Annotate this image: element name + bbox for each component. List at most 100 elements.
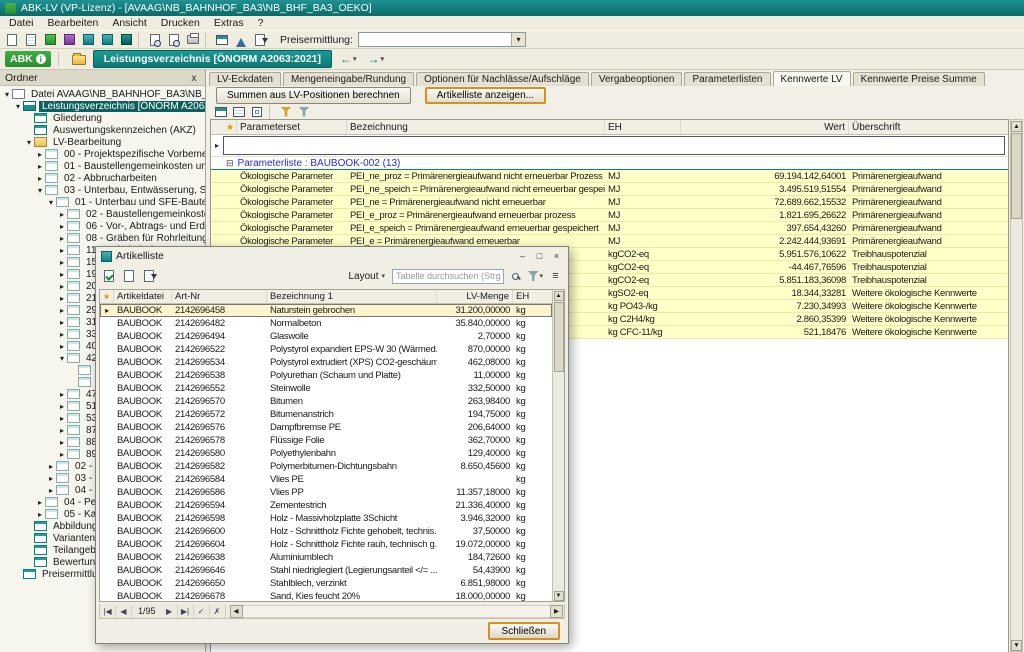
maximize-button[interactable]: □ (531, 249, 548, 263)
tree-expander-icon[interactable]: ▸ (57, 210, 67, 219)
chevron-down-icon[interactable]: ▾ (511, 33, 525, 46)
menu-item-ansicht[interactable]: Ansicht (105, 17, 153, 29)
new-document-icon[interactable] (3, 31, 21, 48)
print-preview2-icon[interactable] (165, 31, 183, 48)
tree-expander-icon[interactable]: ▸ (35, 162, 45, 171)
tree-expander-icon[interactable]: ▾ (13, 102, 23, 111)
tree-expander-icon[interactable]: ▸ (57, 342, 67, 351)
tree-expander-icon[interactable]: ▸ (57, 282, 67, 291)
tree-expander-icon[interactable]: ▸ (57, 438, 67, 447)
scrollbar-thumb[interactable] (554, 302, 564, 372)
article-row[interactable]: BAUBOOK2142696582Polymerbitumen-Dichtung… (100, 460, 552, 473)
tree-item-08-gräben-für-rohrleitungen-un[interactable]: ▸08 - Gräben für Rohrleitungen un (0, 232, 205, 244)
tree-expander-icon[interactable]: ▸ (57, 330, 67, 339)
add-row-icon[interactable] (120, 268, 138, 285)
article-row[interactable]: BAUBOOK2142696570Bitumen263,98400kg (100, 395, 552, 408)
column-header-art-nr[interactable]: Art-Nr (172, 290, 267, 303)
tree-item-01-unterbau-und-sfe-bautechnik[interactable]: ▾01 - Unterbau und SFE-Bautechnik (0, 196, 205, 208)
tree-expander-icon[interactable]: ▸ (46, 462, 56, 471)
page-options-icon[interactable] (251, 31, 269, 48)
star-column-icon[interactable]: ★ (223, 120, 237, 134)
tab-kennwerte-lv[interactable]: Kennwerte LV (773, 71, 851, 86)
tree-expander-icon[interactable]: ▸ (57, 306, 67, 315)
tree-expander-icon[interactable]: ▾ (2, 90, 12, 99)
grid-settings-icon[interactable] (213, 105, 229, 118)
article-row[interactable]: BAUBOOK2142696646Stahl niedriglegiert (L… (100, 564, 552, 577)
column-header-wert[interactable]: Wert (681, 120, 849, 134)
menu-item-bearbeiten[interactable]: Bearbeiten (41, 17, 106, 29)
vertical-scrollbar[interactable]: ▲ ▼ (1010, 119, 1023, 652)
pricing-select[interactable]: ▾ (358, 32, 526, 47)
article-row[interactable]: ▸BAUBOOK2142696458Naturstein gebrochen31… (100, 304, 552, 317)
tree-expander-icon[interactable]: ▾ (46, 198, 56, 207)
article-row[interactable]: BAUBOOK2142696522Polystyrol expandiert E… (100, 343, 552, 356)
fullscreen-icon[interactable] (249, 105, 265, 118)
tree-expander-icon[interactable]: ▸ (57, 294, 67, 303)
tree-item-datei-avaag-nb-bahnhof-ba3-nb-bhf-ba3-oe[interactable]: ▾Datei AVAAG\NB_BAHNHOF_BA3\NB_BHF_BA3_O… (0, 88, 205, 100)
tab-vergabeoptionen[interactable]: Vergabeoptionen (591, 72, 683, 86)
parameter-row[interactable]: Ökologische ParameterPEI_ne_speich = Pri… (211, 183, 1008, 196)
article-row[interactable]: BAUBOOK2142696600Holz - Schnittholz Fich… (100, 525, 552, 538)
dialog-vertical-scrollbar[interactable]: ▲ ▼ (552, 290, 564, 601)
column-header-parameterset[interactable]: Parameterset (237, 120, 347, 134)
calculate-sums-button[interactable]: Summen aus LV-Positionen berechnen (216, 87, 411, 104)
close-dialog-button[interactable]: Schließen (488, 622, 560, 640)
column-header-eh[interactable]: EH (513, 290, 552, 303)
module-teal-icon[interactable] (79, 31, 97, 48)
star-column-icon[interactable]: ★ (100, 290, 114, 303)
scroll-down-icon[interactable]: ▼ (1011, 640, 1022, 651)
article-row[interactable]: BAUBOOK2142696552Steinwolle332,50000kg (100, 382, 552, 395)
export-rows-icon[interactable] (140, 268, 158, 285)
print-preview-icon[interactable] (146, 31, 164, 48)
print-icon[interactable] (184, 31, 202, 48)
tree-expander-icon[interactable]: ▸ (57, 234, 67, 243)
tree-expander-icon[interactable]: ▸ (57, 318, 67, 327)
article-row[interactable]: BAUBOOK2142696650Stahlblech, verzinkt6.8… (100, 577, 552, 590)
scroll-up-icon[interactable]: ▲ (1011, 121, 1022, 132)
menu-item-drucken[interactable]: Drucken (154, 17, 207, 29)
tree-expander-icon[interactable]: ▸ (57, 270, 67, 279)
scroll-down-icon[interactable]: ▼ (554, 591, 564, 601)
article-row[interactable]: BAUBOOK2142696494Glaswolle2,70000kg (100, 330, 552, 343)
scrollbar-track[interactable] (243, 605, 550, 618)
prev-record-button[interactable]: ◀ (116, 605, 132, 618)
tree-expander-icon[interactable]: ▸ (57, 222, 67, 231)
tree-item-gliederung[interactable]: Gliederung (0, 112, 205, 124)
column-header-überschrift[interactable]: Überschrift (849, 120, 1008, 134)
tree-expander-icon[interactable]: ▸ (57, 402, 67, 411)
tree-expander-icon[interactable]: ▸ (46, 486, 56, 495)
first-record-button[interactable]: |◀ (100, 605, 116, 618)
scrollbar-thumb[interactable] (1011, 133, 1022, 219)
tree-item-02-abbrucharbeiten[interactable]: ▸02 - Abbrucharbeiten (0, 172, 205, 184)
dialog-horizontal-scrollbar[interactable]: ◀ ▶ (230, 605, 563, 618)
article-row[interactable]: BAUBOOK2142696534Polystyrol extrudiert (… (100, 356, 552, 369)
tree-expander-icon[interactable]: ▾ (24, 138, 34, 147)
article-row[interactable]: BAUBOOK2142696586Vlies PP11.357,18000kg (100, 486, 552, 499)
tree-expander-icon[interactable]: ▸ (57, 414, 67, 423)
tree-expander-icon[interactable]: ▸ (35, 150, 45, 159)
filter-off-icon[interactable] (296, 105, 312, 118)
tree-item-leistungsverzeichnis-önorm-a2063-2021[interactable]: ▾Leistungsverzeichnis [ÖNORM A2063:2021] (0, 100, 205, 112)
column-header-artikeldatei[interactable]: Artikeldatei (114, 290, 172, 303)
tree-expander-icon[interactable]: ▸ (35, 510, 45, 519)
article-row[interactable]: BAUBOOK2142696482Normalbeton35.840,00000… (100, 317, 552, 330)
project-purple-icon[interactable] (60, 31, 78, 48)
tree-item-lv-bearbeitung[interactable]: ▾LV-Bearbeitung (0, 136, 205, 148)
article-row[interactable]: BAUBOOK2142696572Bitumenanstrich194,7500… (100, 408, 552, 421)
table-view-icon[interactable] (213, 31, 231, 48)
column-header-eh[interactable]: EH (605, 120, 681, 134)
tree-expander-icon[interactable]: ▸ (35, 498, 45, 507)
scroll-right-icon[interactable]: ▶ (550, 605, 563, 618)
column-header-lv-menge[interactable]: LV-Menge (437, 290, 513, 303)
tab-lv-eckdaten[interactable]: LV-Eckdaten (209, 72, 281, 86)
show-article-list-button[interactable]: Artikelliste anzeigen... (425, 87, 546, 104)
article-row[interactable]: BAUBOOK2142696580Polyethylenbahn129,4000… (100, 447, 552, 460)
article-row[interactable]: BAUBOOK2142696584Vlies PEkg (100, 473, 552, 486)
menu-item-datei[interactable]: Datei (2, 17, 41, 29)
mark-rows-icon[interactable] (100, 268, 118, 285)
open-folder-icon[interactable] (70, 51, 88, 68)
menu-item-help[interactable]: ? (251, 17, 271, 29)
open-document-icon[interactable] (22, 31, 40, 48)
tree-expander-icon[interactable]: ▸ (35, 174, 45, 183)
close-button[interactable]: × (548, 249, 565, 263)
